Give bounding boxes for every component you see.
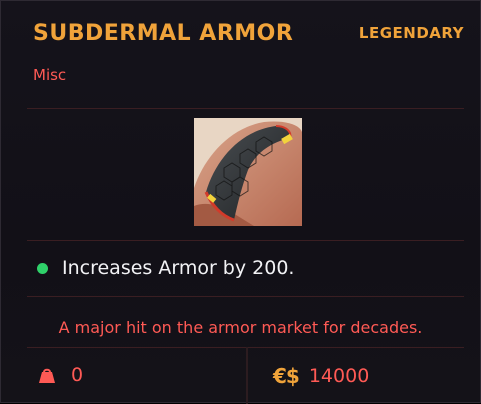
item-tooltip: SUBDERMAL ARMOR LEGENDARY Misc Increases… — [0, 0, 481, 404]
subdermal-armor-icon — [194, 118, 302, 226]
item-category: Misc — [33, 66, 67, 84]
stat-bullet-icon — [37, 262, 48, 274]
price-display: €$ 14000 — [273, 364, 369, 388]
footer-separator — [246, 347, 248, 404]
price-value: 14000 — [308, 365, 370, 387]
stat-text: Increases Armor by 200. — [62, 257, 295, 279]
stat-row: Increases Armor by 200. — [37, 257, 294, 279]
divider — [27, 108, 464, 109]
item-description: A major hit on the armor market for deca… — [58, 318, 423, 337]
divider — [27, 240, 464, 241]
weight-icon — [39, 368, 55, 383]
item-rarity: LEGENDARY — [358, 24, 464, 42]
weight-display: 0 — [37, 364, 83, 386]
divider — [27, 296, 464, 297]
weight-value: 0 — [71, 364, 84, 386]
eurodollar-icon: €$ — [273, 364, 300, 388]
item-name: SUBDERMAL ARMOR — [33, 21, 294, 46]
